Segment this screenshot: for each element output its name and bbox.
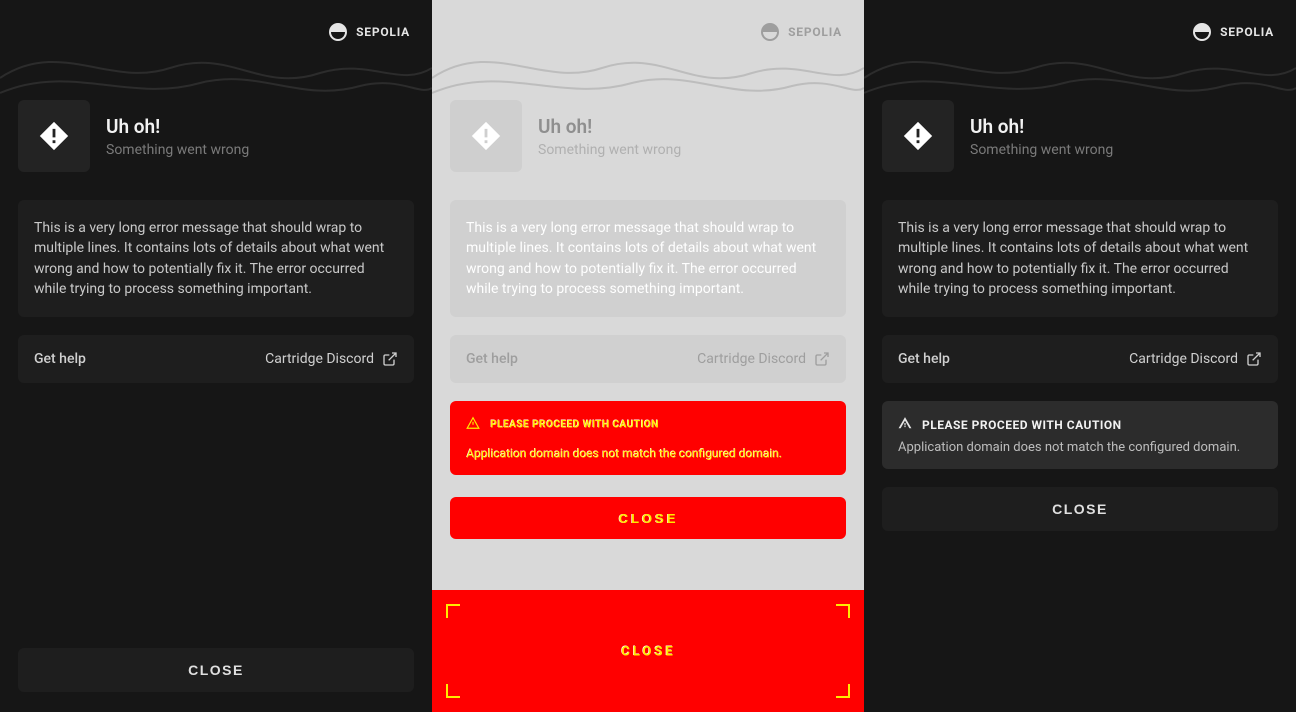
network-name: SEPOLIA [356,25,410,39]
header: Uh oh! Something went wrong [18,100,414,172]
error-panel-mid: SEPOLIA Uh oh! Something went wrong This… [432,0,864,712]
network-badge: SEPOLIA [328,22,410,42]
network-icon [1192,22,1212,42]
error-icon [450,100,522,172]
network-name: SEPOLIA [788,25,842,39]
close-button-diff-label: CLOSE [618,511,678,526]
warning-description: Application domain does not match the co… [466,446,782,460]
diff-removed-region: CLOSE [432,590,864,712]
warning-title: PLEASE PROCEED WITH CAUTION [490,419,659,430]
network-badge: SEPOLIA [1192,22,1274,42]
network-icon [760,22,780,42]
help-box: Get help Cartridge Discord [18,335,414,383]
discord-link-text: Cartridge Discord [697,351,806,367]
discord-link-text: Cartridge Discord [265,351,374,367]
external-link-icon [382,351,398,367]
external-link-icon [814,351,830,367]
error-title: Uh oh! [538,115,681,138]
close-button-diff[interactable]: CLOSE [450,497,846,539]
discord-link[interactable]: Cartridge Discord [265,351,398,367]
warning-box: PLEASE PROCEED WITH CAUTION Application … [882,401,1278,469]
external-link-icon [1246,351,1262,367]
error-panel-left: SEPOLIA Uh oh! Something went wrong This… [0,0,432,712]
close-button[interactable]: CLOSE [18,648,414,692]
error-message-box: This is a very long error message that s… [450,200,846,317]
help-label: Get help [34,351,86,367]
header: Uh oh! Something went wrong [450,100,846,172]
error-message-text: This is a very long error message that s… [34,218,398,299]
discord-link[interactable]: Cartridge Discord [1129,351,1262,367]
network-icon [328,22,348,42]
network-name: SEPOLIA [1220,25,1274,39]
warning-icon [466,415,480,434]
error-subtitle: Something went wrong [970,142,1113,158]
error-subtitle: Something went wrong [538,142,681,158]
error-icon [882,100,954,172]
error-title: Uh oh! [106,115,249,138]
help-box: Get help Cartridge Discord [450,335,846,383]
warning-box-diff: PLEASE PROCEED WITH CAUTION Application … [450,401,846,475]
warning-icon [898,415,912,434]
network-badge: SEPOLIA [760,22,842,42]
discord-link[interactable]: Cartridge Discord [697,351,830,367]
help-label: Get help [898,351,950,367]
error-message-box: This is a very long error message that s… [882,200,1278,317]
close-button[interactable]: CLOSE [882,487,1278,531]
warning-description: Application domain does not match the co… [898,440,1262,455]
error-panel-right: SEPOLIA Uh oh! Something went wrong This… [864,0,1296,712]
error-message-box: This is a very long error message that s… [18,200,414,317]
discord-link-text: Cartridge Discord [1129,351,1238,367]
error-message-text: This is a very long error message that s… [466,218,830,299]
diff-removed-close-label: CLOSE [621,644,675,659]
help-label: Get help [466,351,518,367]
error-subtitle: Something went wrong [106,142,249,158]
warning-title: PLEASE PROCEED WITH CAUTION [922,418,1122,432]
header: Uh oh! Something went wrong [882,100,1278,172]
help-box: Get help Cartridge Discord [882,335,1278,383]
error-icon [18,100,90,172]
error-message-text: This is a very long error message that s… [898,218,1262,299]
error-title: Uh oh! [970,115,1113,138]
